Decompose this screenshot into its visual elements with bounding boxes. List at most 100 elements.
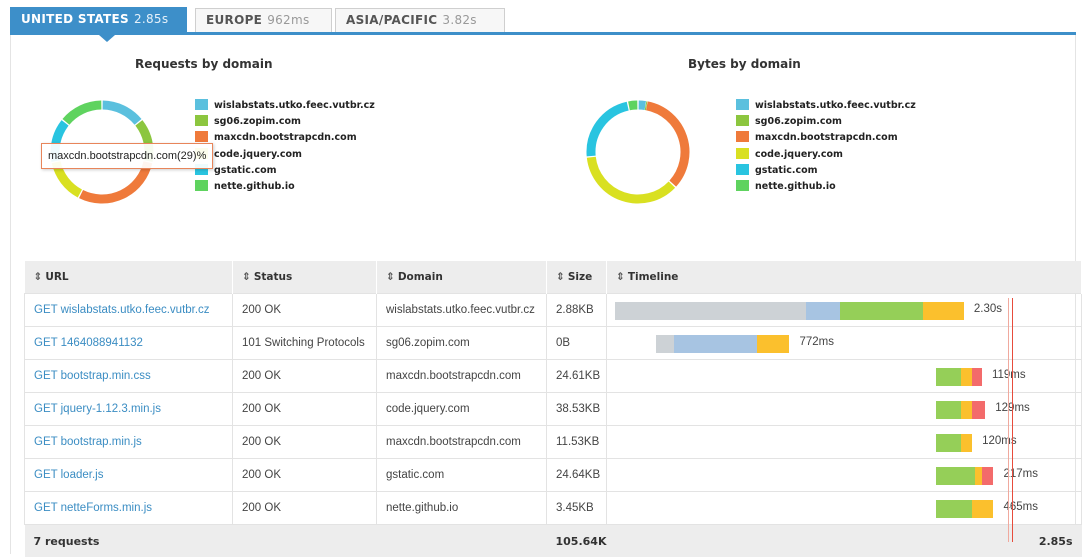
- legend-item[interactable]: sg06.zopim.com: [195, 114, 375, 130]
- status-cell: 101 Switching Protocols: [233, 327, 377, 360]
- sort-icon: ⇕: [242, 271, 251, 283]
- request-url-link[interactable]: GET bootstrap.min.css: [34, 370, 151, 382]
- timeline-segment: [961, 401, 973, 419]
- legend-label: gstatic.com: [214, 165, 277, 176]
- timeline-segment: [923, 302, 964, 320]
- legend-item[interactable]: wislabstats.utko.feec.vutbr.cz: [195, 98, 375, 114]
- domain-cell: maxcdn.bootstrapcdn.com: [377, 426, 547, 459]
- header-label: URL: [45, 271, 68, 283]
- sort-size-header[interactable]: ⇕Size: [547, 261, 607, 294]
- sort-icon: ⇕: [616, 271, 625, 283]
- legend-swatch: [195, 115, 208, 126]
- donut-slice[interactable]: [591, 157, 672, 199]
- tab-region-label: EUROPE: [206, 13, 262, 27]
- timeline-segment: [840, 302, 922, 320]
- chart-tooltip: maxcdn.bootstrapcdn.com(29)%: [41, 143, 213, 169]
- legend-item[interactable]: gstatic.com: [195, 163, 375, 179]
- size-cell: 38.53KB: [547, 393, 607, 426]
- donut-slice[interactable]: [647, 106, 685, 184]
- timeline-segment: [972, 500, 993, 518]
- request-url-link[interactable]: GET netteForms.min.js: [34, 502, 152, 514]
- sort-icon: ⇕: [34, 271, 43, 283]
- legend-item[interactable]: nette.github.io: [736, 179, 916, 195]
- legend-label: sg06.zopim.com: [214, 116, 301, 127]
- legend-label: nette.github.io: [214, 181, 295, 192]
- status-cell: 200 OK: [233, 294, 377, 327]
- legend-item[interactable]: nette.github.io: [195, 179, 375, 195]
- sort-url-header[interactable]: ⇕URL: [25, 261, 233, 294]
- size-cell: 24.64KB: [547, 459, 607, 492]
- sort-status-header[interactable]: ⇕Status: [233, 261, 377, 294]
- legend-label: code.jquery.com: [755, 149, 843, 160]
- donut-slice[interactable]: [639, 105, 646, 106]
- request-url-link[interactable]: GET bootstrap.min.js: [34, 436, 142, 448]
- legend-label: maxcdn.bootstrapcdn.com: [755, 132, 898, 143]
- timeline-bar: [936, 467, 994, 485]
- timeline-bar: [656, 335, 789, 353]
- legend-item[interactable]: maxcdn.bootstrapcdn.com: [736, 130, 916, 146]
- legend-swatch: [736, 115, 749, 126]
- timeline-bar: [936, 401, 985, 419]
- status-cell: 200 OK: [233, 426, 377, 459]
- sort-domain-header[interactable]: ⇕Domain: [377, 261, 547, 294]
- url-cell: GET bootstrap.min.css: [25, 360, 233, 393]
- request-url-link[interactable]: GET jquery-1.12.3.min.js: [34, 403, 161, 415]
- header-label: Domain: [398, 271, 443, 283]
- legend-swatch: [736, 164, 749, 175]
- table-row: GET wislabstats.utko.feec.vutbr.cz 200 O…: [25, 294, 1082, 327]
- sort-timeline-header[interactable]: ⇕Timeline: [607, 261, 1082, 294]
- domain-cell: sg06.zopim.com: [377, 327, 547, 360]
- timeline-segment: [615, 302, 806, 320]
- timeline-segment: [656, 335, 674, 353]
- legend-item[interactable]: code.jquery.com: [195, 147, 375, 163]
- legend-item[interactable]: maxcdn.bootstrapcdn.com: [195, 130, 375, 146]
- legend-item[interactable]: gstatic.com: [736, 163, 916, 179]
- donut-slice[interactable]: [629, 105, 637, 106]
- sort-icon: ⇕: [386, 271, 395, 283]
- request-url-link[interactable]: GET wislabstats.utko.feec.vutbr.cz: [34, 304, 210, 316]
- donut-slice[interactable]: [591, 106, 628, 156]
- timeline-segment: [936, 368, 961, 386]
- legend-swatch: [195, 131, 208, 142]
- timeline-duration: 772ms: [799, 327, 834, 358]
- timeline-segment: [936, 500, 972, 518]
- table-row: GET 1464088941132 101 Switching Protocol…: [25, 327, 1082, 360]
- tab-europe[interactable]: EUROPE 962ms: [195, 8, 332, 32]
- total-time: 2.85s: [607, 525, 1082, 557]
- tab-time: 962ms: [267, 13, 309, 27]
- legend-label: nette.github.io: [755, 181, 836, 192]
- timeline-bar: [615, 302, 964, 320]
- legend-item[interactable]: code.jquery.com: [736, 147, 916, 163]
- table-footer-row: 7 requests 105.64KB 2.85s: [25, 525, 1082, 557]
- timeline-segment: [961, 368, 973, 386]
- donut-slice[interactable]: [66, 105, 101, 122]
- legend-label: code.jquery.com: [214, 149, 302, 160]
- footer-empty: [233, 525, 377, 557]
- request-url-link[interactable]: GET loader.js: [34, 469, 103, 481]
- timeline-segment: [936, 401, 961, 419]
- legend-item[interactable]: wislabstats.utko.feec.vutbr.cz: [736, 98, 916, 114]
- request-url-link[interactable]: GET 1464088941132: [34, 337, 143, 349]
- size-cell: 11.53KB: [547, 426, 607, 459]
- size-cell: 2.88KB: [547, 294, 607, 327]
- legend-swatch: [736, 99, 749, 110]
- dom-content-loaded-marker: [1008, 298, 1009, 542]
- tab-united-states[interactable]: UNITED STATES2.85s: [10, 7, 187, 32]
- timeline-segment: [982, 467, 994, 485]
- url-cell: GET wislabstats.utko.feec.vutbr.cz: [25, 294, 233, 327]
- table-row: GET netteForms.min.js 200 OK nette.githu…: [25, 492, 1082, 525]
- timeline-cell: 465ms: [607, 492, 1082, 525]
- tab-asia-pacific[interactable]: ASIA/PACIFIC3.82s: [335, 8, 505, 32]
- legend-swatch: [195, 99, 208, 110]
- size-cell: 3.45KB: [547, 492, 607, 525]
- legend-item[interactable]: sg06.zopim.com: [736, 114, 916, 130]
- legend-swatch: [736, 180, 749, 191]
- timeline-bar: [936, 434, 972, 452]
- domain-cell: nette.github.io: [377, 492, 547, 525]
- domain-cell: maxcdn.bootstrapcdn.com: [377, 360, 547, 393]
- header-label: Size: [568, 271, 592, 283]
- donut-slice[interactable]: [103, 105, 138, 122]
- tab-region-label: UNITED STATES: [21, 12, 129, 26]
- timeline-segment: [936, 434, 961, 452]
- status-cell: 200 OK: [233, 459, 377, 492]
